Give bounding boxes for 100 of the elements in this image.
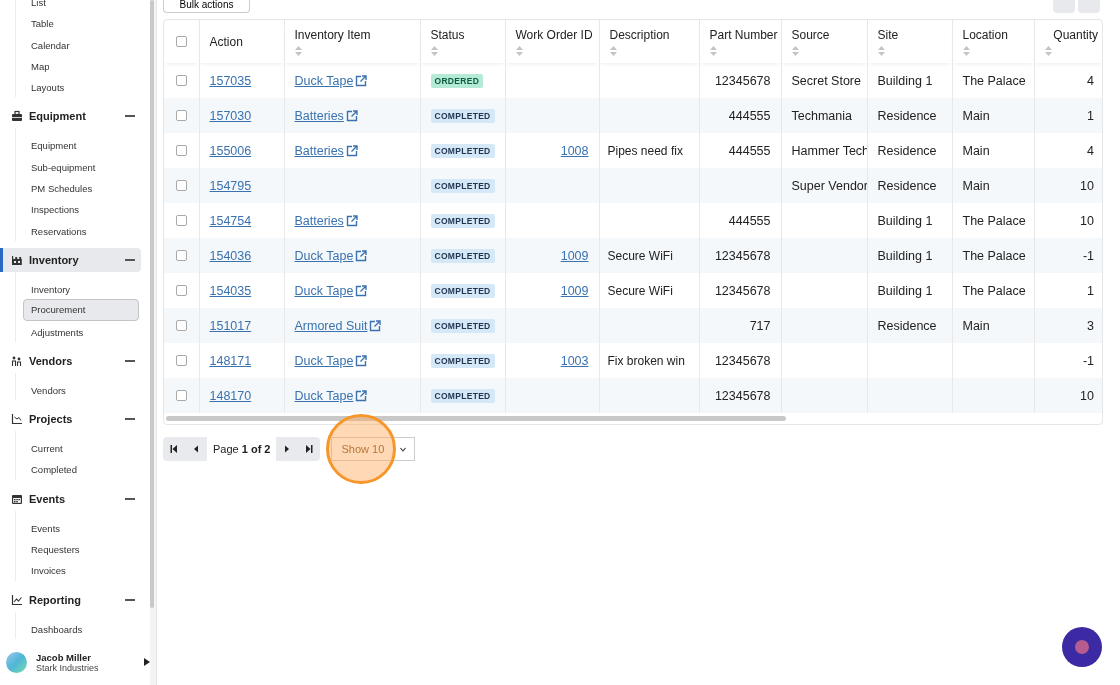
table-cell: 12345678 bbox=[714, 248, 771, 263]
chat-button[interactable] bbox=[1062, 627, 1102, 667]
row-checkbox[interactable] bbox=[175, 180, 187, 191]
sidebar-item[interactable]: Dashboards bbox=[23, 617, 139, 639]
column-header[interactable]: Action bbox=[209, 34, 278, 49]
table-cell: The Palace bbox=[962, 248, 1026, 263]
sidebar-item[interactable]: List bbox=[23, 0, 139, 13]
sidebar-item[interactable]: Sub-equipment bbox=[23, 155, 139, 178]
action-link[interactable]: 157035 bbox=[209, 73, 252, 88]
row-checkbox[interactable] bbox=[175, 390, 187, 401]
sidebar-section-header[interactable]: Reporting bbox=[0, 587, 141, 612]
sidebar-item[interactable]: PM Schedules bbox=[23, 177, 139, 199]
sidebar-item[interactable]: Inspections bbox=[23, 198, 139, 220]
row-checkbox[interactable] bbox=[175, 285, 187, 296]
sidebar-item[interactable]: Table bbox=[23, 12, 139, 34]
item-link[interactable]: Batteries bbox=[294, 213, 344, 228]
chevron-icon bbox=[400, 446, 407, 452]
column-header[interactable]: Source bbox=[791, 27, 861, 42]
sidebar-section-header[interactable]: Projects bbox=[0, 407, 141, 432]
sidebar-item[interactable]: Calendar bbox=[23, 33, 139, 55]
table-cell: Building 1 bbox=[877, 73, 933, 88]
table-cell: 10 bbox=[1080, 388, 1094, 403]
collapse-icon[interactable] bbox=[125, 497, 135, 500]
table-cell: 3 bbox=[1087, 318, 1094, 333]
action-link[interactable]: 148171 bbox=[209, 353, 252, 368]
column-header[interactable]: Description bbox=[609, 27, 693, 42]
sidebar-section-header[interactable]: Equipment bbox=[0, 104, 141, 129]
sidebar-item[interactable]: Reservations bbox=[23, 219, 139, 241]
work-order-link[interactable]: 1009 bbox=[560, 283, 589, 298]
table-cell: -1 bbox=[1082, 248, 1094, 263]
sidebar-item[interactable]: Current bbox=[23, 437, 139, 459]
item-link[interactable]: Batteries bbox=[294, 108, 344, 123]
work-order-link[interactable]: 1008 bbox=[560, 143, 589, 158]
sidebar-item[interactable]: Map bbox=[23, 54, 139, 77]
row-checkbox[interactable] bbox=[175, 145, 187, 156]
collapse-icon[interactable] bbox=[125, 598, 135, 601]
sidebar-item[interactable]: Invoices bbox=[23, 559, 139, 581]
sidebar-item[interactable]: Completed bbox=[23, 458, 139, 480]
sidebar-item[interactable]: Procurement bbox=[23, 299, 139, 321]
table-cell: -1 bbox=[1082, 353, 1094, 368]
external-link-icon bbox=[345, 109, 358, 122]
select-all-checkbox[interactable] bbox=[175, 36, 187, 47]
sidebar-item[interactable]: Vendors bbox=[23, 378, 139, 401]
column-header[interactable]: Inventory Item bbox=[294, 27, 414, 42]
bulk-actions-button[interactable]: Bulk actions bbox=[163, 0, 250, 13]
action-link[interactable]: 155006 bbox=[209, 143, 252, 158]
column-header[interactable]: Site bbox=[877, 27, 946, 42]
item-link[interactable]: Duck Tape bbox=[294, 283, 354, 298]
sidebar-item[interactable]: Events bbox=[23, 516, 139, 539]
collapse-icon[interactable] bbox=[125, 115, 135, 118]
row-checkbox[interactable] bbox=[175, 250, 187, 261]
row-checkbox[interactable] bbox=[175, 320, 187, 331]
sidebar-item[interactable]: Inventory bbox=[23, 277, 139, 300]
column-header[interactable]: Status bbox=[430, 27, 499, 42]
item-link[interactable]: Duck Tape bbox=[294, 353, 354, 368]
collapse-icon[interactable] bbox=[125, 258, 135, 261]
collapse-icon[interactable] bbox=[125, 359, 135, 362]
sidebar-item[interactable]: Requesters bbox=[23, 538, 139, 560]
sidebar-section-header[interactable]: Inventory bbox=[0, 247, 141, 272]
calendar-icon bbox=[11, 492, 23, 505]
item-link[interactable]: Duck Tape bbox=[294, 388, 354, 403]
status-badge: COMPLETED bbox=[430, 249, 495, 263]
table-cell: Building 1 bbox=[877, 213, 933, 228]
item-link[interactable]: Duck Tape bbox=[294, 73, 354, 88]
status-badge: COMPLETED bbox=[430, 319, 495, 333]
column-header[interactable]: Quantity bbox=[1053, 27, 1098, 42]
table-cell: Main bbox=[962, 178, 990, 193]
row-checkbox[interactable] bbox=[175, 215, 187, 226]
table-cell: Residence bbox=[877, 178, 937, 193]
item-link[interactable]: Duck Tape bbox=[294, 248, 354, 263]
column-header[interactable]: Work Order ID bbox=[515, 27, 593, 42]
sidebar-item[interactable]: Adjustments bbox=[23, 320, 139, 342]
briefcase-icon bbox=[11, 110, 23, 123]
external-link-icon bbox=[345, 144, 358, 157]
sidebar-section-header[interactable]: Events bbox=[0, 486, 141, 511]
table-cell: 717 bbox=[749, 318, 771, 333]
table-cell: 12345678 bbox=[714, 283, 771, 298]
sidebar-section-header[interactable]: Vendors bbox=[0, 348, 141, 373]
row-checkbox[interactable] bbox=[175, 110, 187, 121]
status-badge: COMPLETED bbox=[430, 214, 495, 228]
row-checkbox[interactable] bbox=[175, 355, 187, 366]
action-link[interactable]: 154035 bbox=[209, 283, 252, 298]
table-cell: 444555 bbox=[728, 213, 771, 228]
external-link-icon bbox=[369, 319, 382, 332]
table-cell: Techmania bbox=[791, 108, 852, 123]
action-link[interactable]: 154754 bbox=[209, 213, 252, 228]
table-cell: Residence bbox=[877, 143, 937, 158]
sidebar-item[interactable]: Layouts bbox=[23, 76, 139, 98]
work-order-link[interactable]: 1003 bbox=[560, 353, 589, 368]
sidebar-item[interactable]: Equipment bbox=[23, 134, 139, 156]
column-header[interactable]: Location bbox=[962, 27, 1028, 42]
work-order-link[interactable]: 1009 bbox=[560, 248, 589, 263]
table-cell: Residence bbox=[877, 108, 937, 123]
table-cell: 1 bbox=[1087, 283, 1094, 298]
status-badge: COMPLETED bbox=[430, 179, 495, 193]
table-cell: Main bbox=[962, 143, 990, 158]
item-link[interactable]: Batteries bbox=[294, 143, 344, 158]
row-checkbox[interactable] bbox=[175, 75, 187, 86]
collapse-icon[interactable] bbox=[125, 418, 135, 421]
table-cell: 444555 bbox=[728, 108, 771, 123]
